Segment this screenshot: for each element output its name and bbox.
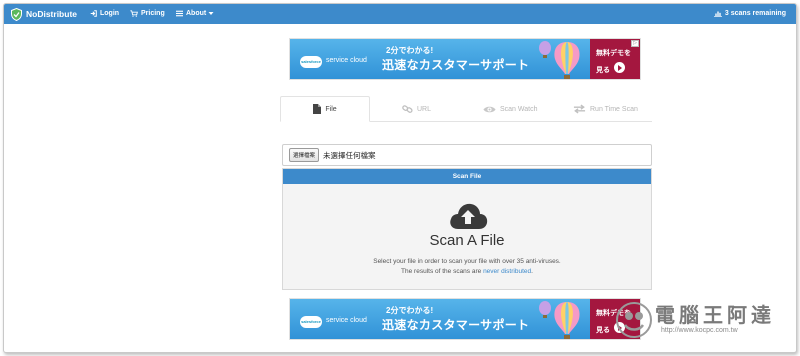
ad-choices-icon[interactable]: ▷: [631, 40, 639, 47]
cloud-upload-icon[interactable]: [448, 202, 488, 230]
ad-headline: 2分でわかる!: [386, 46, 434, 55]
tab-url-label: URL: [417, 105, 432, 113]
tab-run-time-scan[interactable]: Run Time Scan: [573, 96, 638, 122]
ad-headline: 2分でわかる!: [386, 306, 434, 315]
eye-icon: [483, 106, 496, 112]
exchange-icon: [573, 104, 586, 114]
ad-cta-line2: 見る: [596, 67, 610, 74]
scan-tabs: File URL Scan Watch Run Time Scan: [280, 96, 652, 122]
scans-remaining-label: 3 scans remaining: [724, 10, 786, 17]
salesforce-logo: salesforce: [300, 56, 322, 68]
scan-title: Scan A File: [429, 232, 505, 249]
choose-file-button[interactable]: 選擇檔案: [289, 148, 320, 162]
tab-url[interactable]: URL: [402, 96, 431, 122]
tab-run-time-scan-label: Run Time Scan: [590, 105, 638, 113]
scan-file-button[interactable]: Scan File: [283, 169, 651, 184]
tab-file-label: File: [325, 105, 337, 113]
tab-scan-watch-label: Scan Watch: [500, 105, 538, 113]
browser-frame: NoDistribute Login Pricing About 3 scans…: [3, 3, 797, 353]
link-icon: [402, 105, 413, 113]
watermark-logo-icon: [616, 302, 652, 338]
desc-prefix: The results of the scans are: [401, 268, 484, 275]
play-icon: [614, 62, 625, 73]
nav-pricing-label: Pricing: [141, 10, 165, 17]
hot-air-balloon-icon: [554, 42, 580, 79]
ad-cta-line1: 無料デモを: [596, 50, 631, 57]
scans-remaining[interactable]: 3 scans remaining: [713, 10, 786, 17]
scan-panel: Scan File Scan A File Select your file i…: [282, 168, 652, 290]
brand-name: NoDistribute: [26, 9, 77, 19]
nav-login-label: Login: [100, 10, 120, 17]
ad-product: service cloud: [326, 317, 367, 324]
nav-pricing[interactable]: Pricing: [130, 10, 165, 17]
balloon-icon: [539, 41, 551, 58]
file-input[interactable]: 選擇檔案 未選擇任何檔案: [282, 144, 652, 166]
cart-icon: [130, 10, 138, 17]
nav-about-dropdown[interactable]: About: [176, 10, 217, 17]
ad-main-text: 迅速なカスタマーサポート: [382, 318, 530, 332]
watermark-text: 電腦王阿達: [655, 305, 775, 327]
never-distributed-link[interactable]: never distributed: [483, 268, 531, 275]
bar-chart-icon: [713, 11, 722, 17]
file-icon: [313, 104, 322, 114]
scan-description: Select your file in order to scan your f…: [373, 258, 561, 265]
tab-file[interactable]: File: [280, 96, 370, 122]
tab-scan-watch[interactable]: Scan Watch: [483, 96, 537, 122]
sign-in-icon: [90, 10, 97, 17]
ad-banner-bottom[interactable]: salesforce service cloud 2分でわかる! 迅速なカスタマ…: [289, 298, 641, 340]
watermark-url: http://www.kocpc.com.tw: [661, 327, 738, 334]
watermark: 電腦王阿達 http://www.kocpc.com.tw: [613, 298, 788, 342]
scan-description-2: The results of the scans are never distr…: [283, 268, 651, 275]
ad-cta-line2: 見る: [596, 327, 610, 334]
desc-suffix: .: [531, 268, 533, 275]
file-status: 未選擇任何檔案: [323, 150, 376, 160]
ad-banner-top[interactable]: salesforce service cloud 2分でわかる! 迅速なカスタマ…: [289, 38, 641, 80]
salesforce-logo: salesforce: [300, 316, 322, 328]
navbar: NoDistribute Login Pricing About 3 scans…: [4, 4, 796, 24]
nav-login[interactable]: Login: [90, 10, 119, 17]
brand[interactable]: NoDistribute: [11, 7, 77, 21]
ad-product: service cloud: [326, 57, 367, 64]
shield-check-icon: [11, 7, 22, 21]
hot-air-balloon-icon: [554, 302, 580, 339]
menu-icon: [176, 10, 183, 17]
caret-down-icon: [208, 12, 214, 15]
nav-about-label: About: [186, 10, 207, 17]
ad-main-text: 迅速なカスタマーサポート: [382, 58, 530, 72]
balloon-icon: [539, 301, 551, 318]
